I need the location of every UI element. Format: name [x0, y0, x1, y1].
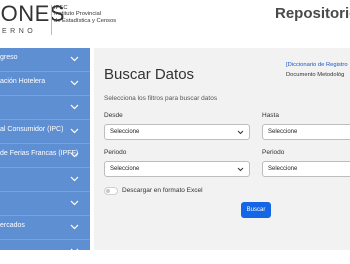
sidebar-item-label: ación Hotelera — [0, 78, 46, 85]
desde-select[interactable]: Seleccione — [104, 124, 250, 140]
excel-download-toggle[interactable] — [104, 187, 118, 195]
chevron-down-icon — [237, 167, 244, 172]
sidebar-item-7[interactable] — [0, 192, 90, 216]
org-name: IPEC Instituto Provincial de Estadística… — [54, 5, 116, 24]
sidebar-item-ingreso[interactable]: greso — [0, 48, 90, 72]
sidebar-item-label: de Ferias Francas (IPFF) — [0, 150, 79, 157]
toggle-knob — [106, 189, 110, 193]
chevron-down-icon — [70, 128, 79, 134]
logo-subtext: ERNO — [2, 28, 37, 35]
excel-download-label: Descargar en formato Excel — [122, 187, 203, 194]
periodo-label-1: Periodo — [104, 149, 127, 156]
search-panel: Buscar Datos [Diccionario de Registro Do… — [94, 48, 350, 250]
page-subtitle: Selecciona los filtros para buscar datos — [104, 95, 218, 102]
hasta-select[interactable]: Seleccione — [262, 124, 350, 140]
dictionary-link[interactable]: [Diccionario de Registro — [286, 62, 348, 68]
sidebar-item-6[interactable] — [0, 168, 90, 192]
sidebar-item-label: ercados — [0, 222, 25, 229]
sidebar-item-ipff[interactable]: de Ferias Francas (IPFF) — [0, 144, 90, 168]
sidebar-item-9[interactable] — [0, 240, 90, 264]
hasta-label: Hasta — [262, 112, 279, 119]
sidebar: greso ación Hotelera al Consumidor (IPC)… — [0, 48, 90, 254]
logo-divider — [51, 5, 52, 35]
chevron-down-icon — [237, 130, 244, 135]
sidebar-item-3[interactable] — [0, 96, 90, 120]
search-button[interactable]: Buscar — [241, 202, 271, 218]
chevron-down-icon — [70, 56, 79, 62]
sidebar-item-label: greso — [0, 54, 18, 61]
periodo-select-1[interactable]: Seleccione — [104, 161, 250, 177]
org-line-3: de Estadística y Censos — [54, 17, 117, 24]
chevron-down-icon — [70, 80, 79, 86]
site-title: Repositorio — [275, 5, 350, 22]
periodo-select-2-value: Seleccione — [268, 166, 298, 172]
methodology-document-link[interactable]: Documento Metodológ — [286, 72, 344, 78]
chevron-down-icon — [70, 176, 79, 182]
header: IONES ERNO IPEC Instituto Provincial de … — [0, 0, 350, 48]
desde-label: Desde — [104, 112, 123, 119]
chevron-down-icon — [70, 224, 79, 230]
page-title: Buscar Datos — [104, 66, 195, 83]
chevron-down-icon — [70, 200, 79, 206]
desde-select-value: Seleccione — [110, 129, 140, 135]
periodo-select-1-value: Seleccione — [110, 166, 140, 172]
periodo-label-2: Periodo — [262, 149, 285, 156]
periodo-select-2[interactable]: Seleccione — [262, 161, 350, 177]
chevron-down-icon — [70, 104, 79, 110]
sidebar-item-supermercados[interactable]: ercados — [0, 216, 90, 240]
sidebar-item-ocupacion-hotelera[interactable]: ación Hotelera — [0, 72, 90, 96]
hasta-select-value: Seleccione — [268, 129, 298, 135]
chevron-down-icon — [70, 152, 79, 158]
chevron-down-icon — [70, 248, 79, 254]
sidebar-item-label: al Consumidor (IPC) — [0, 126, 64, 133]
sidebar-item-ipc[interactable]: al Consumidor (IPC) — [0, 120, 90, 144]
